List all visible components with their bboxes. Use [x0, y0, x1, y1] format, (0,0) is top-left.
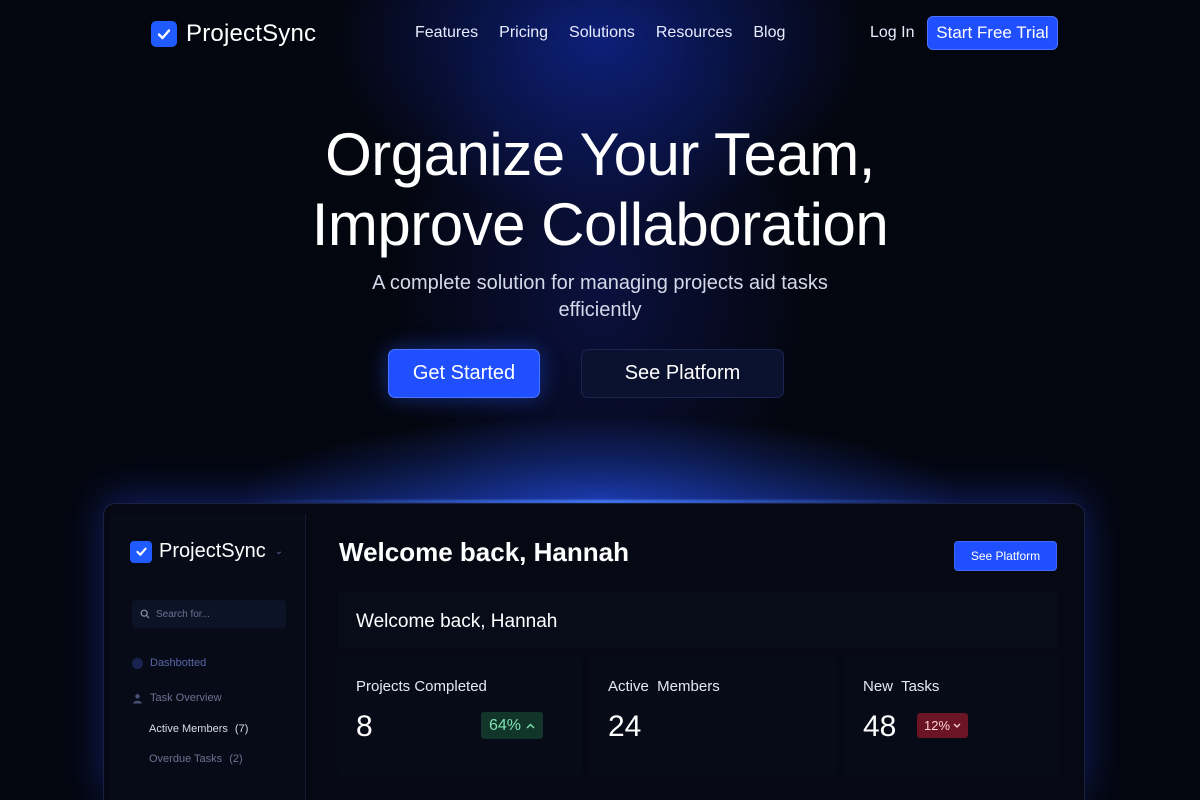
search-input[interactable]	[156, 608, 276, 620]
login-link[interactable]: Log In	[870, 24, 914, 42]
stat-value: 24	[608, 710, 642, 743]
welcome-card-text: Welcome back, Hannah	[356, 611, 558, 632]
badge-value: 64%	[489, 716, 522, 734]
stat-card-active-members: Active Members 24	[589, 656, 837, 776]
dashboard-title: Welcome back, Hannah	[339, 537, 629, 567]
dashboard-see-platform-button[interactable]: See Platform	[954, 541, 1057, 571]
nav-link-resources[interactable]: Resources	[656, 24, 732, 42]
hero-title-line-2: Improve Collaboration	[311, 191, 889, 258]
chevron-up-icon	[526, 723, 535, 728]
sidebar-item-count: (7)	[234, 723, 249, 735]
stat-label: New Tasks	[863, 678, 940, 695]
dashboard-icon	[132, 657, 143, 669]
top-nav: ProjectSync Features Pricing Solutions R…	[0, 0, 1200, 68]
trend-badge-up: 64%	[481, 712, 544, 739]
sidebar-item-label: Dashbotted	[150, 657, 207, 669]
sidebar-brand-name: ProjectSync	[159, 540, 266, 562]
sidebar-item-active-members[interactable]: Active Members (7)	[149, 723, 248, 735]
dashboard-preview: ProjectSync ⌄ Dashbotted Task Overview A…	[103, 503, 1085, 800]
hero-title: Organize Your Team, Improve Collaboratio…	[0, 120, 1200, 260]
check-icon	[130, 540, 152, 563]
brand-name: ProjectSync	[186, 20, 317, 47]
hero-subtitle: A complete solution for managing project…	[372, 272, 828, 321]
welcome-card: Welcome back, Hannah	[337, 592, 1059, 648]
user-icon	[133, 693, 142, 703]
brand-logo[interactable]: ProjectSync	[151, 20, 316, 48]
stat-value: 8	[356, 710, 373, 743]
dashboard-sidebar: ProjectSync ⌄ Dashbotted Task Overview A…	[110, 514, 306, 800]
nav-link-features[interactable]: Features	[415, 24, 478, 42]
stat-card-new-tasks: New Tasks 48 12%	[844, 656, 1059, 776]
chevron-down-icon[interactable]: ⌄	[275, 546, 283, 557]
sidebar-item-task-overview[interactable]: Task Overview	[132, 692, 222, 704]
sidebar-search	[132, 600, 286, 628]
sidebar-item-count: (2)	[229, 753, 243, 765]
trend-badge-down: 12%	[917, 713, 969, 738]
stat-label: Active Members	[608, 678, 720, 695]
sidebar-item-label: Task Overview	[150, 692, 222, 704]
sidebar-item-label: Active Members	[149, 723, 228, 735]
sidebar-item-label: Overdue Tasks	[149, 753, 223, 765]
hero-title-line-1: Organize Your Team,	[325, 121, 875, 188]
check-icon	[151, 21, 177, 47]
stat-value: 48	[863, 710, 897, 743]
nav-link-pricing[interactable]: Pricing	[499, 24, 548, 42]
search-icon	[140, 609, 150, 619]
chevron-down-icon	[953, 723, 961, 728]
sidebar-item-overdue-tasks[interactable]: Overdue Tasks (2)	[149, 753, 243, 765]
nav-link-solutions[interactable]: Solutions	[569, 24, 635, 42]
nav-links: Features Pricing Solutions Resources Blo…	[415, 24, 785, 42]
stat-label: Projects Completed	[356, 678, 487, 695]
sidebar-brand[interactable]: ProjectSync ⌄	[130, 540, 283, 563]
see-platform-button[interactable]: See Platform	[581, 349, 784, 398]
badge-value: 12%	[924, 718, 951, 733]
stat-card-projects-completed: Projects Completed 8 64%	[337, 656, 582, 776]
sidebar-item-dashboard[interactable]: Dashbotted	[132, 657, 206, 669]
get-started-button[interactable]: Get Started	[388, 349, 540, 398]
start-free-trial-button[interactable]: Start Free Trial	[927, 16, 1058, 50]
nav-link-blog[interactable]: Blog	[753, 24, 785, 42]
